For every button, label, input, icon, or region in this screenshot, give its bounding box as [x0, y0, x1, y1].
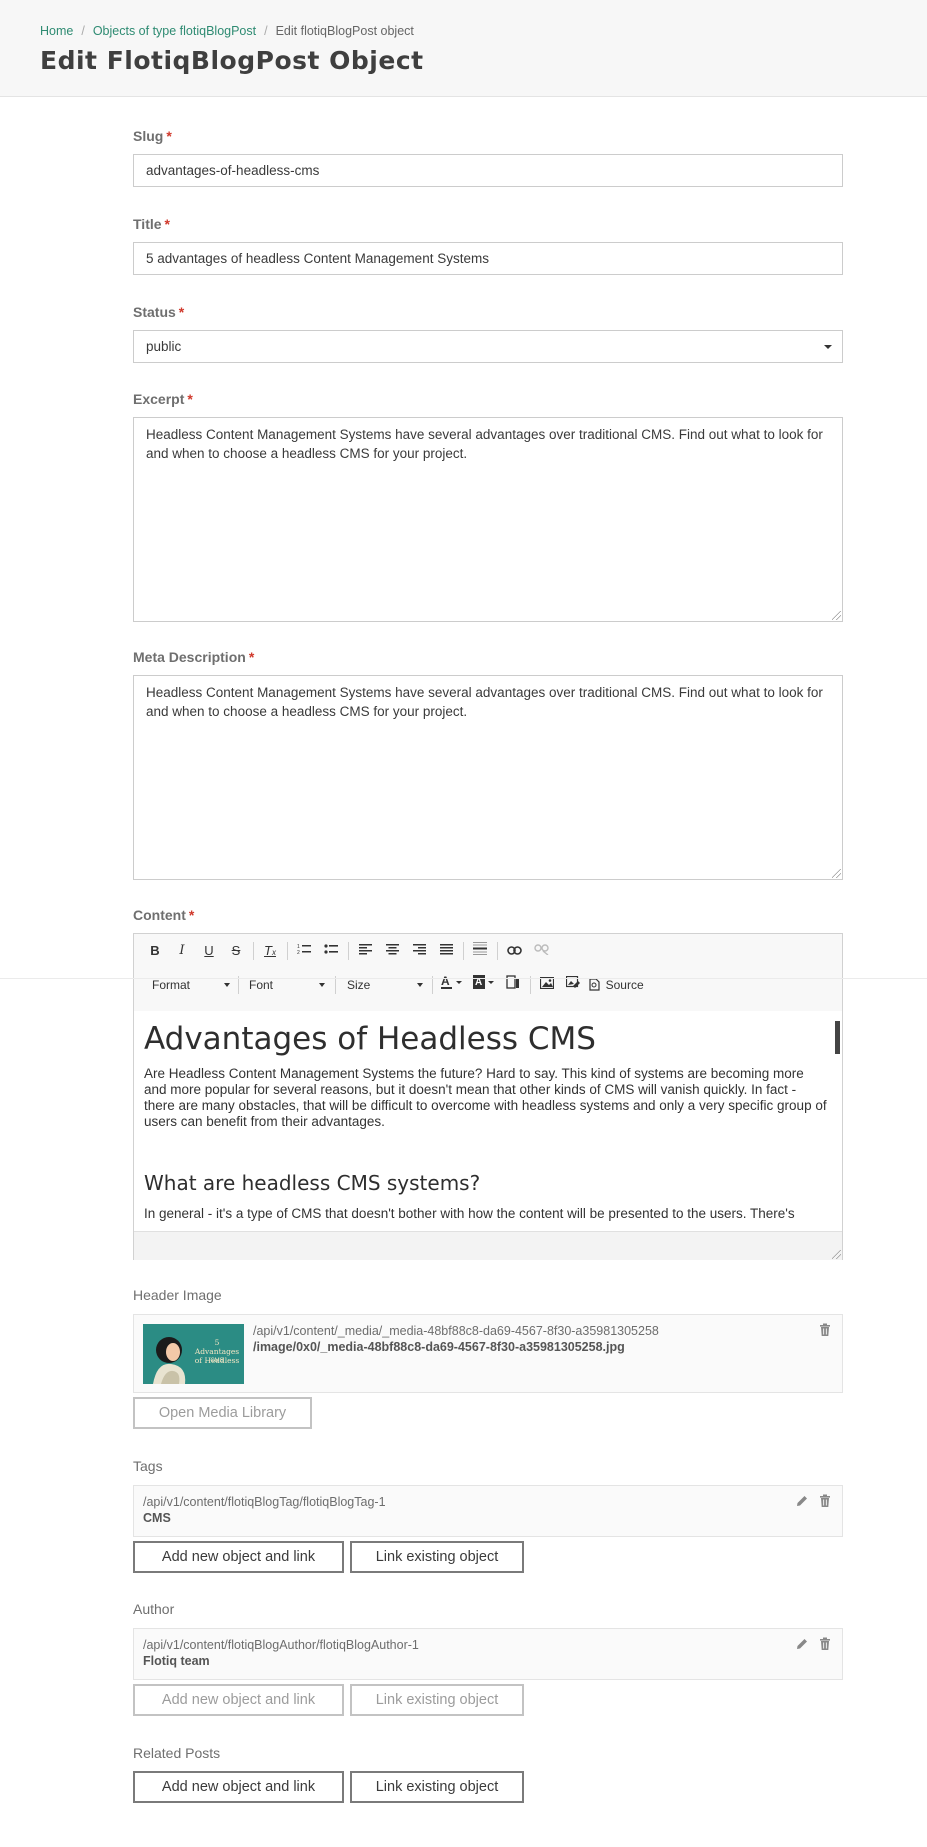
tag-item: /api/v1/content/flotiqBlogTag/flotiqBlog…: [133, 1485, 843, 1537]
required-marker: *: [178, 304, 185, 320]
tags-label: Tags: [133, 1458, 163, 1474]
meta-description-textarea[interactable]: Headless Content Management Systems have…: [133, 675, 843, 880]
align-right-icon[interactable]: [408, 941, 430, 961]
underline-icon[interactable]: U: [198, 941, 220, 961]
toolbar-divider: [463, 942, 464, 960]
title-input[interactable]: 5 advantages of headless Content Managem…: [133, 242, 843, 275]
open-media-library-button[interactable]: Open Media Library: [133, 1397, 312, 1429]
header-image-thumbnail[interactable]: 5 Advantages of Headless CMS: [143, 1324, 244, 1384]
author-label: Author: [133, 1601, 175, 1617]
excerpt-textarea[interactable]: Headless Content Management Systems have…: [133, 417, 843, 622]
status-label: Status *: [133, 304, 185, 320]
required-marker: *: [166, 128, 172, 144]
content-label: Content *: [133, 907, 195, 923]
trash-icon[interactable]: [818, 1323, 832, 1337]
status-select[interactable]: public: [133, 330, 843, 363]
tags-add-new-button[interactable]: Add new object and link: [133, 1541, 344, 1573]
resize-grip-icon[interactable]: [832, 1250, 841, 1259]
unlink-icon[interactable]: [530, 941, 552, 961]
content-heading: Advantages of Headless CMS: [144, 1021, 596, 1057]
editor-toolbar-row: B I U S Tx 12: [134, 934, 842, 967]
tags-link-existing-button[interactable]: Link existing object: [350, 1541, 524, 1573]
editor-toolbar-row: Format Font Size A A Source: [134, 968, 842, 1001]
thumbnail-subtitle: CMS: [210, 1358, 224, 1364]
toolbar-divider: [287, 942, 288, 960]
author-link-existing-button[interactable]: Link existing object: [350, 1684, 524, 1716]
section-divider: [0, 978, 927, 979]
title-label: Title *: [133, 216, 170, 232]
author-add-new-button[interactable]: Add new object and link: [133, 1684, 344, 1716]
pencil-icon[interactable]: [795, 1637, 809, 1651]
required-marker: *: [248, 649, 255, 665]
link-icon[interactable]: [503, 941, 525, 961]
trash-icon[interactable]: [818, 1494, 832, 1508]
editor-scrollbar[interactable]: [835, 1021, 840, 1054]
align-center-icon[interactable]: [381, 941, 403, 961]
tag-item-path: /api/v1/content/flotiqBlogTag/flotiqBlog…: [143, 1495, 386, 1509]
author-item-name: Flotiq team: [143, 1654, 210, 1668]
content-editor: B I U S Tx 12 Format Font Size A A Sourc…: [133, 933, 843, 1260]
caret-down-icon: [319, 983, 325, 987]
header-image-file: /image/0x0/_media-48bf88c8-da69-4567-8f3…: [253, 1340, 625, 1354]
horizontal-line-icon[interactable]: [469, 941, 491, 961]
editor-content-area[interactable]: Advantages of Headless CMS Are Headless …: [134, 1011, 842, 1231]
svg-text:2: 2: [297, 950, 300, 955]
required-marker: *: [164, 216, 170, 232]
editor-status-bar: [134, 1231, 842, 1260]
page-header: Home / Objects of type flotiqBlogPost / Edit…: [0, 0, 927, 97]
status-select-value: public: [146, 339, 182, 354]
related-posts-link-existing-button[interactable]: Link existing object: [350, 1771, 524, 1803]
caret-down-icon: [417, 983, 423, 987]
bulleted-list-icon[interactable]: [320, 941, 342, 961]
author-item: /api/v1/content/flotiqBlogAuthor/flotiqB…: [133, 1628, 843, 1680]
content-paragraph: In general - it's a type of CMS that doe…: [144, 1206, 795, 1221]
numbered-list-icon[interactable]: 12: [293, 941, 315, 961]
svg-text:A: A: [441, 975, 450, 988]
header-image-item: 5 Advantages of Headless CMS /api/v1/con…: [133, 1314, 843, 1393]
toolbar-divider: [497, 942, 498, 960]
caret-down-icon: [824, 345, 832, 349]
tag-item-name: CMS: [143, 1511, 171, 1525]
breadcrumb-separator: /: [81, 24, 85, 38]
slug-input[interactable]: advantages-of-headless-cms: [133, 154, 843, 187]
header-image-label: Header Image: [133, 1287, 222, 1303]
excerpt-label: Excerpt *: [133, 391, 193, 407]
related-posts-add-new-button[interactable]: Add new object and link: [133, 1771, 344, 1803]
italic-icon[interactable]: I: [171, 941, 193, 961]
slug-label: Slug *: [133, 128, 172, 144]
related-posts-label: Related Posts: [133, 1745, 221, 1761]
page-title: Edit FlotiqBlogPost Object: [40, 46, 424, 75]
excerpt-text: Headless Content Management Systems have…: [146, 427, 823, 461]
source-icon: [589, 978, 600, 991]
strikethrough-icon[interactable]: S: [225, 941, 247, 961]
pencil-icon[interactable]: [795, 1494, 809, 1508]
source-label: Source: [605, 978, 644, 992]
align-justify-icon[interactable]: [435, 941, 457, 961]
content-paragraph: Are Headless Content Management Systems …: [144, 1066, 827, 1129]
bold-icon[interactable]: B: [144, 941, 166, 961]
remove-format-icon[interactable]: Tx: [259, 941, 281, 961]
toolbar-divider: [253, 942, 254, 960]
breadcrumb: Home / Objects of type flotiqBlogPost / Edit…: [40, 24, 414, 38]
content-subheading: What are headless CMS systems?: [144, 1171, 481, 1195]
header-image-path: /api/v1/content/_media/_media-48bf88c8-d…: [253, 1324, 659, 1338]
author-item-path: /api/v1/content/flotiqBlogAuthor/flotiqB…: [143, 1638, 419, 1652]
resize-grip-icon[interactable]: [832, 611, 841, 620]
breadcrumb-objects-link[interactable]: Objects of type flotiqBlogPost: [93, 24, 256, 38]
required-marker: *: [187, 391, 193, 407]
meta-description-text: Headless Content Management Systems have…: [146, 685, 823, 719]
align-left-icon[interactable]: [354, 941, 376, 961]
breadcrumb-home-link[interactable]: Home: [40, 24, 73, 38]
breadcrumb-separator: /: [264, 24, 268, 38]
trash-icon[interactable]: [818, 1637, 832, 1651]
caret-down-icon: [224, 983, 230, 987]
breadcrumb-current: Edit flotiqBlogPost object: [275, 24, 414, 38]
resize-grip-icon[interactable]: [832, 869, 841, 878]
meta-description-label: Meta Description *: [133, 649, 255, 665]
required-marker: *: [188, 907, 195, 923]
toolbar-divider: [348, 942, 349, 960]
